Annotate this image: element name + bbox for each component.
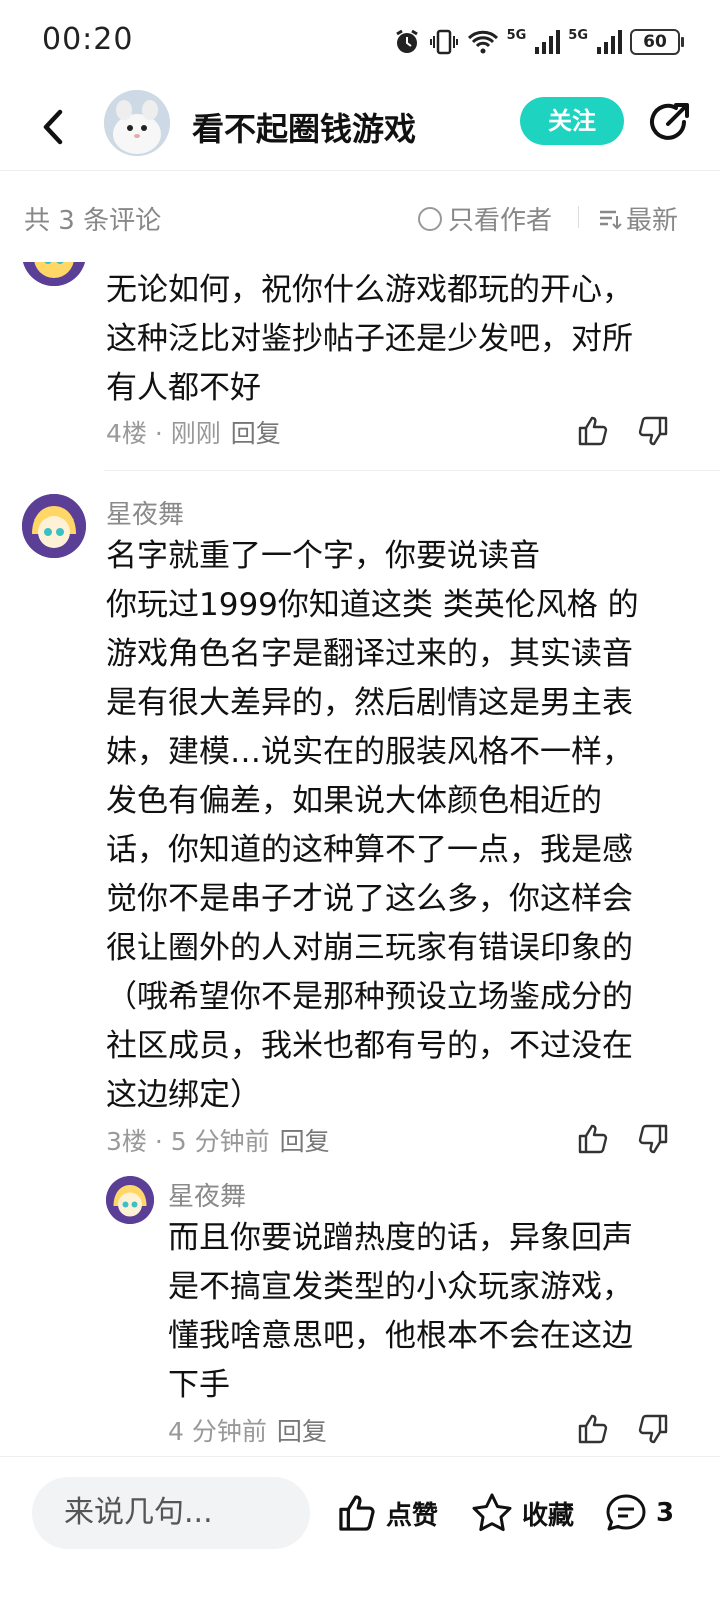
network-5g-label: 5G — [506, 27, 527, 43]
signal-icon — [535, 30, 561, 54]
reply-time: 4 分钟前 — [168, 1417, 267, 1446]
alarm-icon — [395, 29, 418, 53]
comment-text: 名字就重了一个字，你要说读音 你玩过1999你知道这类 类英伦风格 的 游戏角色… — [106, 538, 639, 1113]
comment-meta: 3楼 · 5 分钟前 回复 — [106, 1127, 330, 1156]
avatar[interactable] — [22, 262, 86, 286]
sort-toggle[interactable]: 最新 — [598, 200, 678, 237]
status-icons: 5G 5G 60 — [393, 24, 684, 60]
floor-label: 3楼 — [106, 1127, 147, 1156]
thumbs-up-icon — [339, 1495, 375, 1531]
top-header: 看不起圈钱游戏 关注 — [0, 84, 720, 171]
thumbs-up-icon[interactable] — [576, 1412, 610, 1446]
floor-label: 4楼 — [106, 419, 147, 448]
like-button[interactable]: 点赞 — [336, 1485, 438, 1541]
avatar[interactable] — [106, 1176, 154, 1224]
comment-count-badge: 3 — [656, 1498, 675, 1528]
favorite-label: 收藏 — [522, 1500, 575, 1531]
favorite-button[interactable]: 收藏 — [470, 1485, 574, 1541]
thumbs-up-icon[interactable] — [576, 414, 610, 448]
reply-button[interactable]: 回复 — [231, 419, 281, 448]
comments-button[interactable]: 3 — [604, 1485, 674, 1541]
comment-input[interactable]: 来说几句... — [32, 1477, 310, 1549]
network-5g-label-2: 5G — [568, 27, 588, 43]
status-bar: 00:20 5G 5G 60 — [0, 0, 720, 84]
comment-count: 共 3 条评论 — [24, 206, 162, 236]
wifi-icon — [467, 30, 498, 54]
comment-time: 5 分钟前 — [170, 1127, 270, 1156]
status-time: 00:20 — [42, 22, 134, 57]
thumbs-down-icon[interactable] — [636, 414, 670, 448]
thumbs-up-icon[interactable] — [576, 1122, 610, 1156]
comment-divider — [104, 470, 720, 471]
vibrate-icon — [429, 29, 458, 55]
comment-meta: 4楼 · 刚刚 回复 — [106, 419, 281, 448]
reply-text: 而且你要说蹭热度的话，异象回声 是不搞宣发类型的小众玩家游戏， 懂我啥意思吧，他… — [168, 1220, 633, 1403]
comment-text: 无论如何，祝你什么游戏都玩的开心， 这种泛比对鉴抄帖子还是少发吧，对所 有人都不… — [106, 272, 633, 406]
like-label: 点赞 — [386, 1500, 439, 1531]
signal-icon-2 — [597, 30, 622, 54]
sort-label: 最新 — [626, 206, 679, 236]
divider — [578, 206, 579, 228]
battery-indicator: 60 — [630, 29, 684, 55]
author-only-toggle[interactable]: 只看作者 — [418, 200, 552, 237]
comment-bubble-icon — [606, 1494, 646, 1531]
reply-username[interactable]: 星夜舞 — [168, 1176, 246, 1213]
star-icon — [472, 1493, 512, 1532]
reply-button[interactable]: 回复 — [277, 1417, 327, 1446]
sort-icon — [600, 210, 622, 229]
reply-meta: 4 分钟前 回复 — [168, 1412, 327, 1448]
author-avatar[interactable] — [104, 90, 170, 156]
thumbs-down-icon[interactable] — [636, 1412, 670, 1446]
avatar[interactable] — [22, 494, 86, 558]
follow-button[interactable]: 关注 — [520, 97, 624, 145]
post-author-name[interactable]: 看不起圈钱游戏 — [192, 104, 416, 150]
comment-filter-bar: 共 3 条评论 只看作者 最新 — [0, 170, 720, 262]
back-arrow-icon[interactable] — [34, 102, 74, 152]
share-icon[interactable] — [646, 100, 692, 146]
bottom-action-bar: 来说几句... 点赞 收藏 3 — [0, 1456, 720, 1611]
radio-icon — [418, 206, 442, 231]
comment-username[interactable]: 星夜舞 — [106, 494, 184, 531]
comment-time: 刚刚 — [170, 419, 221, 448]
author-only-label: 只看作者 — [448, 206, 553, 236]
thumbs-down-icon[interactable] — [636, 1122, 670, 1156]
reply-button[interactable]: 回复 — [280, 1127, 330, 1156]
